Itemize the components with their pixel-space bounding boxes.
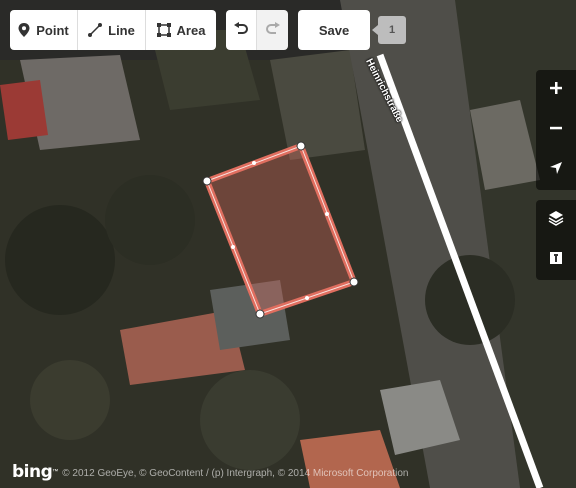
panel-controls <box>536 200 576 280</box>
add-area-button[interactable]: Area <box>146 10 216 50</box>
zoom-in-button[interactable] <box>536 70 576 110</box>
midpoint-handle[interactable] <box>305 296 309 300</box>
geolocate-button[interactable] <box>536 150 576 190</box>
vertex-handle[interactable] <box>255 309 265 319</box>
layers-icon <box>548 210 564 231</box>
add-point-label: Point <box>36 22 69 38</box>
redo-button[interactable] <box>257 10 288 50</box>
area-icon <box>156 23 171 37</box>
attribution: bing ™ © 2012 GeoEye, © GeoContent / (p)… <box>12 462 408 482</box>
add-area-label: Area <box>176 22 206 38</box>
map-controls <box>536 70 576 190</box>
trademark-mark: ™ <box>52 469 59 475</box>
add-line-button[interactable]: Line <box>78 10 146 50</box>
background-layers-button[interactable] <box>536 200 576 240</box>
mode-buttons: Point Line Area <box>10 10 216 50</box>
bing-logo: bing <box>12 462 53 482</box>
line-icon <box>88 23 103 37</box>
map-data-icon <box>549 251 563 270</box>
midpoint-handle[interactable] <box>231 245 235 249</box>
save-button[interactable]: Save <box>298 10 370 50</box>
marker-icon <box>18 23 30 37</box>
vertex-handle[interactable] <box>349 277 359 287</box>
midpoint-handle[interactable] <box>325 212 329 216</box>
geolocate-icon <box>549 161 563 180</box>
imagery-credits: © 2012 GeoEye, © GeoContent / (p) Interg… <box>62 468 409 479</box>
undo-redo-buttons <box>226 10 288 50</box>
zoom-out-button[interactable] <box>536 110 576 150</box>
map-data-button[interactable] <box>536 240 576 280</box>
undo-button[interactable] <box>226 10 257 50</box>
zoom-out-icon <box>549 121 563 140</box>
vertex-handle[interactable] <box>202 176 212 186</box>
edit-count-badge: 1 <box>372 16 406 44</box>
vertex-handle[interactable] <box>296 141 306 151</box>
redo-icon <box>265 21 280 39</box>
zoom-in-icon <box>549 81 563 100</box>
map-canvas[interactable] <box>0 0 576 488</box>
midpoint-handle[interactable] <box>252 161 256 165</box>
undo-icon <box>234 21 248 39</box>
add-line-label: Line <box>108 22 135 38</box>
add-point-button[interactable]: Point <box>10 10 78 50</box>
